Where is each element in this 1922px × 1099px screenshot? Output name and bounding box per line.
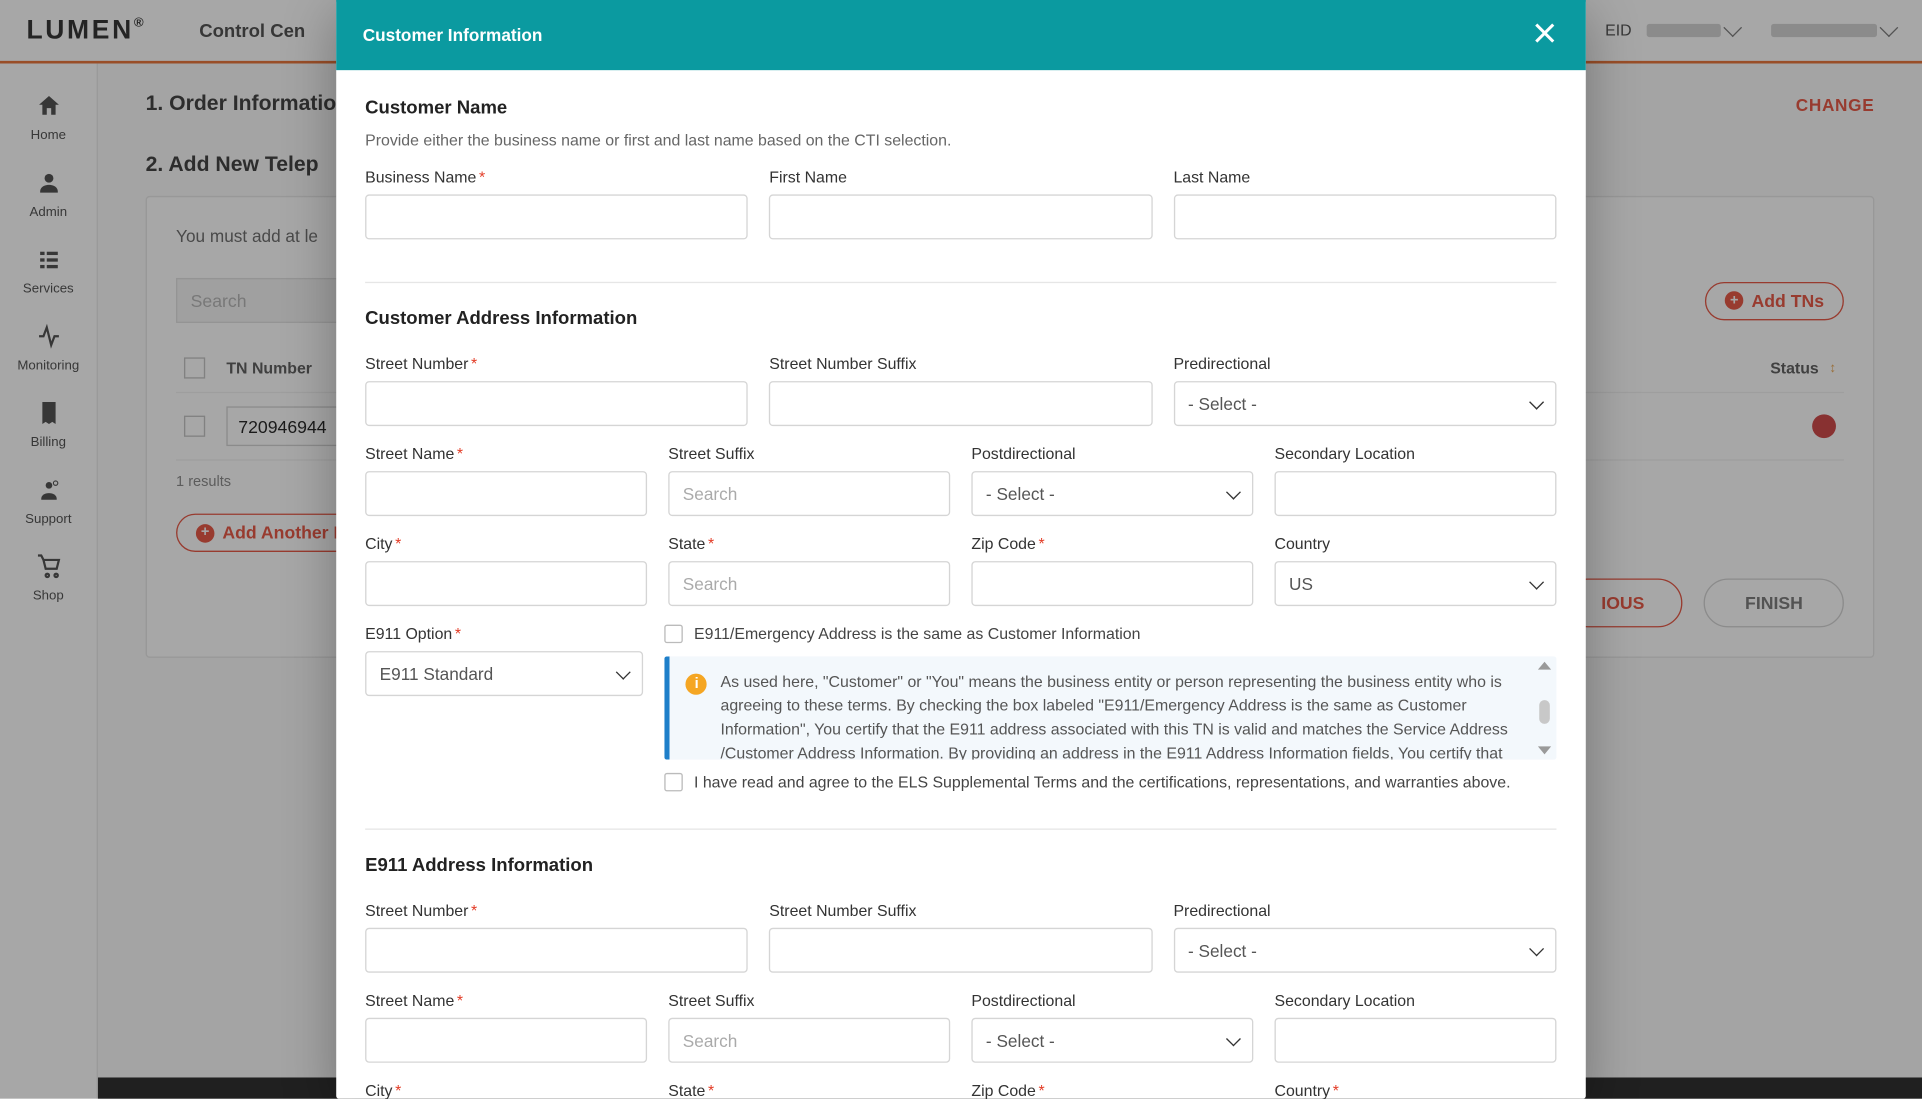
chevron-down-icon xyxy=(1226,1031,1241,1046)
field-secondary-location: Secondary Location xyxy=(1275,445,1557,516)
field-business-name: Business Name* xyxy=(365,168,748,239)
input-street-number-suffix[interactable] xyxy=(769,381,1152,426)
modal-header: Customer Information xyxy=(336,0,1586,70)
chevron-down-icon xyxy=(1529,574,1544,589)
field-first-name: First Name xyxy=(769,168,1152,239)
chevron-down-icon xyxy=(617,664,632,679)
label-last-name: Last Name xyxy=(1174,168,1557,187)
field-e911-predirectional: Predirectional - Select - xyxy=(1174,901,1557,972)
input-street-number[interactable] xyxy=(365,381,748,426)
input-e911-street-suffix[interactable] xyxy=(668,1018,950,1063)
info-panel: i As used here, "Customer" or "You" mean… xyxy=(665,657,1557,760)
checkbox-agree-label: I have read and agree to the ELS Supplem… xyxy=(694,773,1510,792)
select-country[interactable]: US xyxy=(1275,561,1557,606)
scroll-thumb xyxy=(1539,700,1550,724)
field-street-number: Street Number* xyxy=(365,355,748,426)
field-e911-state: State* xyxy=(668,1081,950,1099)
field-e911-street-number-suffix: Street Number Suffix xyxy=(769,901,1152,972)
field-e911-zip: Zip Code* xyxy=(972,1081,1254,1099)
input-secondary-location[interactable] xyxy=(1275,471,1557,516)
input-city[interactable] xyxy=(365,561,647,606)
select-predirectional[interactable]: - Select - xyxy=(1174,381,1557,426)
field-e911-option: E911 Option* E911 Standard xyxy=(365,625,644,786)
section-customer-name: Customer Name xyxy=(365,97,1556,118)
field-street-suffix: Street Suffix xyxy=(668,445,950,516)
close-button[interactable] xyxy=(1530,19,1559,52)
field-e911-country: Country* US xyxy=(1275,1081,1557,1099)
chevron-down-icon xyxy=(1529,941,1544,956)
select-e911-postdirectional[interactable]: - Select - xyxy=(972,1018,1254,1063)
input-zip[interactable] xyxy=(972,561,1254,606)
scroll-down-icon xyxy=(1538,747,1551,755)
input-e911-street-number-suffix[interactable] xyxy=(769,928,1152,973)
field-street-number-suffix: Street Number Suffix xyxy=(769,355,1152,426)
divider xyxy=(365,282,1556,283)
checkbox-icon xyxy=(665,625,684,644)
modal-overlay: Customer Information Customer Name Provi… xyxy=(0,0,1922,1099)
field-e911-postdirectional: Postdirectional - Select - xyxy=(972,991,1254,1062)
input-e911-street-number[interactable] xyxy=(365,928,748,973)
scroll-up-icon xyxy=(1538,662,1551,670)
input-state[interactable] xyxy=(668,561,950,606)
divider xyxy=(365,829,1556,830)
field-country: Country US xyxy=(1275,535,1557,606)
input-first-name[interactable] xyxy=(769,195,1152,240)
select-e911-option[interactable]: E911 Standard xyxy=(365,651,644,696)
input-street-name[interactable] xyxy=(365,471,647,516)
checkbox-agree[interactable]: I have read and agree to the ELS Supplem… xyxy=(665,773,1557,792)
modal-body: Customer Name Provide either the busines… xyxy=(336,70,1586,1099)
field-e911-street-number: Street Number* xyxy=(365,901,748,972)
section-e911-address: E911 Address Information xyxy=(365,854,1556,875)
info-icon: i xyxy=(686,674,707,695)
field-e911-secondary-location: Secondary Location xyxy=(1275,991,1557,1062)
customer-info-modal: Customer Information Customer Name Provi… xyxy=(336,0,1586,1099)
field-e911-street-name: Street Name* xyxy=(365,991,647,1062)
input-last-name[interactable] xyxy=(1174,195,1557,240)
chevron-down-icon xyxy=(1226,484,1241,499)
field-state: State* xyxy=(668,535,950,606)
field-zip: Zip Code* xyxy=(972,535,1254,606)
chevron-down-icon xyxy=(1529,394,1544,409)
field-street-name: Street Name* xyxy=(365,445,647,516)
field-e911-street-suffix: Street Suffix xyxy=(668,991,950,1062)
field-predirectional: Predirectional - Select - xyxy=(1174,355,1557,426)
input-e911-secondary-location[interactable] xyxy=(1275,1018,1557,1063)
modal-title: Customer Information xyxy=(363,25,543,45)
label-first-name: First Name xyxy=(769,168,1152,187)
info-text: As used here, "Customer" or "You" means … xyxy=(721,670,1525,747)
section-address: Customer Address Information xyxy=(365,307,1556,328)
field-e911-city: City* xyxy=(365,1081,647,1099)
field-last-name: Last Name xyxy=(1174,168,1557,239)
section-customer-name-sub: Provide either the business name or firs… xyxy=(365,131,1556,150)
input-e911-street-name[interactable] xyxy=(365,1018,647,1063)
select-postdirectional[interactable]: - Select - xyxy=(972,471,1254,516)
input-business-name[interactable] xyxy=(365,195,748,240)
select-e911-predirectional[interactable]: - Select - xyxy=(1174,928,1557,973)
input-street-suffix[interactable] xyxy=(668,471,950,516)
field-postdirectional: Postdirectional - Select - xyxy=(972,445,1254,516)
checkbox-e911-same[interactable]: E911/Emergency Address is the same as Cu… xyxy=(665,625,1557,644)
checkbox-icon xyxy=(665,773,684,792)
checkbox-e911-same-label: E911/Emergency Address is the same as Cu… xyxy=(694,625,1140,644)
scrollbar[interactable] xyxy=(1535,662,1554,755)
field-city: City* xyxy=(365,535,647,606)
label-business-name: Business Name* xyxy=(365,168,748,187)
close-icon xyxy=(1530,19,1559,48)
